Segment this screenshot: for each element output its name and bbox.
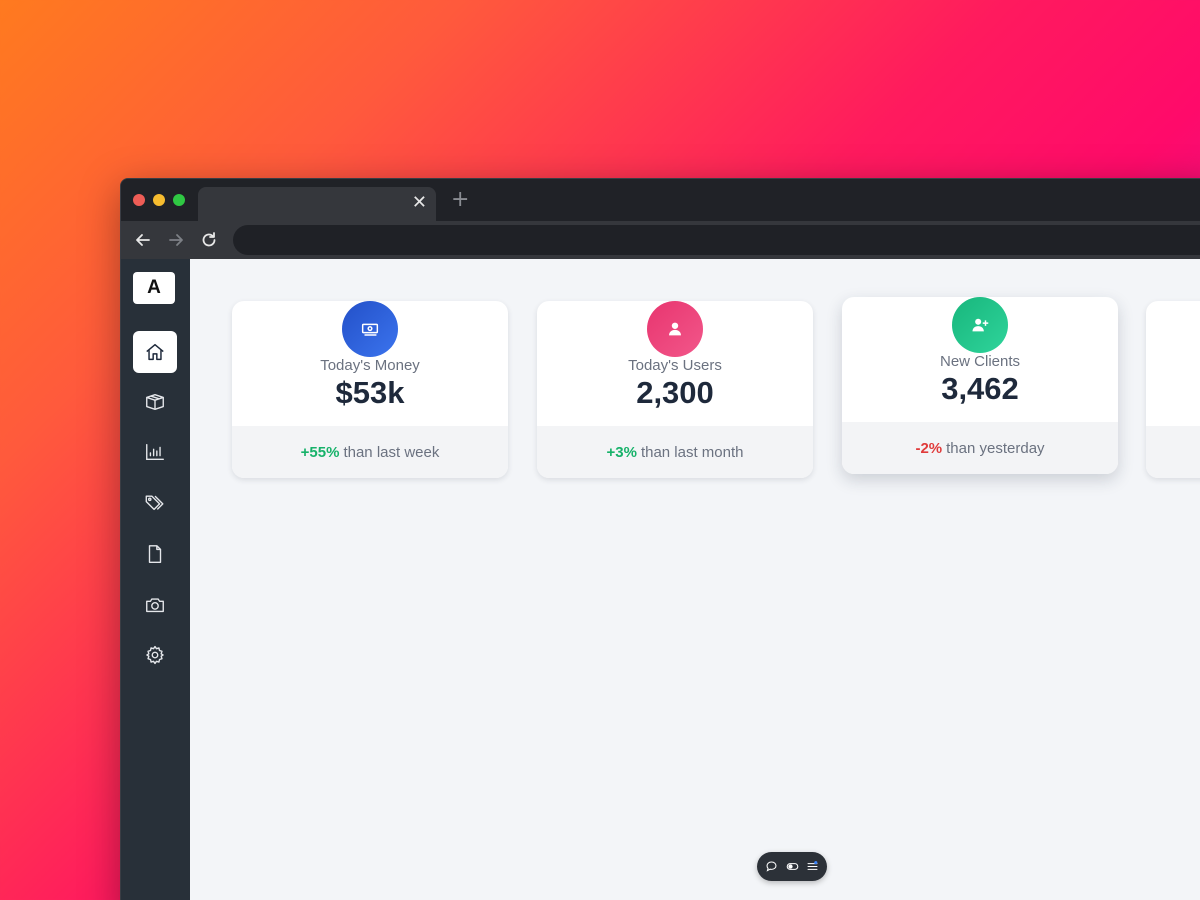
sidebar: A bbox=[121, 259, 190, 900]
stat-card-money: Today's Money $53k +55% than last week bbox=[232, 301, 508, 478]
close-window-button[interactable] bbox=[133, 194, 145, 206]
card-footer: +55% than last week bbox=[232, 426, 508, 478]
delta-badge: +3% bbox=[606, 443, 637, 461]
floating-toolbar bbox=[757, 852, 827, 881]
bar-chart-icon bbox=[146, 443, 164, 461]
add-user-icon bbox=[952, 297, 1008, 353]
card-footer: +3% than last month bbox=[537, 426, 813, 478]
camera-icon bbox=[146, 598, 164, 613]
card-footer: -2% than yesterday bbox=[842, 422, 1118, 474]
card-header: New Clients 3,462 bbox=[842, 297, 1118, 422]
card-value: 2,300 bbox=[636, 375, 714, 410]
sidebar-item-chart[interactable] bbox=[133, 431, 177, 473]
sidebar-item-settings[interactable] bbox=[133, 634, 177, 676]
dashboard-content: Today's Money $53k +55% than last week T… bbox=[190, 259, 1200, 900]
card-label: Today's Users bbox=[628, 357, 722, 374]
minimize-window-button[interactable] bbox=[153, 194, 165, 206]
new-tab-button[interactable]: + bbox=[451, 189, 469, 211]
reload-icon[interactable] bbox=[199, 230, 219, 250]
card-footer-text: than yesterday bbox=[946, 439, 1045, 457]
delta-badge: +55% bbox=[300, 443, 340, 461]
close-tab-icon[interactable]: ✕ bbox=[412, 193, 427, 213]
box-icon bbox=[146, 393, 164, 411]
sidebar-item-home[interactable] bbox=[133, 331, 177, 373]
sidebar-item-document[interactable] bbox=[133, 533, 177, 575]
app-logo[interactable]: A bbox=[133, 272, 175, 304]
stat-card-clients: New Clients 3,462 -2% than yesterday bbox=[842, 297, 1118, 474]
home-icon bbox=[146, 343, 164, 361]
browser-window: ✕ + A Today's Money $53k +55% than last … bbox=[120, 178, 1200, 900]
document-icon bbox=[148, 545, 162, 563]
gear-icon bbox=[146, 645, 164, 665]
maximize-window-button[interactable] bbox=[173, 194, 185, 206]
stat-card-users: Today's Users 2,300 +3% than last month bbox=[537, 301, 813, 478]
toggle-icon[interactable] bbox=[786, 860, 799, 873]
address-bar[interactable] bbox=[233, 225, 1200, 255]
card-footer bbox=[1146, 426, 1200, 478]
sidebar-item-box[interactable] bbox=[133, 381, 177, 423]
page-viewport: A Today's Money $53k +55% than last week… bbox=[121, 259, 1200, 900]
card-footer-text: than last month bbox=[640, 443, 744, 461]
forward-arrow-icon[interactable] bbox=[166, 230, 186, 250]
stat-card-partial bbox=[1146, 301, 1200, 478]
browser-tab[interactable]: ✕ bbox=[198, 187, 436, 221]
user-icon bbox=[647, 301, 703, 357]
card-header: Today's Money $53k bbox=[232, 301, 508, 426]
browser-titlebar: ✕ + bbox=[121, 179, 1200, 221]
sidebar-item-camera[interactable] bbox=[133, 584, 177, 626]
card-value: 3,462 bbox=[941, 371, 1019, 406]
delta-badge: -2% bbox=[915, 439, 943, 457]
card-header: Today's Users 2,300 bbox=[537, 301, 813, 426]
card-label: New Clients bbox=[939, 353, 1021, 370]
card-label: Today's Money bbox=[320, 357, 420, 374]
sliders-icon[interactable] bbox=[806, 860, 819, 873]
sidebar-item-tags[interactable] bbox=[133, 482, 177, 524]
money-icon bbox=[342, 301, 398, 357]
browser-toolbar bbox=[121, 221, 1200, 259]
card-header bbox=[1146, 301, 1200, 426]
back-arrow-icon[interactable] bbox=[133, 230, 153, 250]
comment-icon[interactable] bbox=[765, 860, 778, 873]
card-value: $53k bbox=[335, 375, 405, 410]
card-footer-text: than last week bbox=[343, 443, 440, 461]
tags-icon bbox=[145, 495, 164, 511]
